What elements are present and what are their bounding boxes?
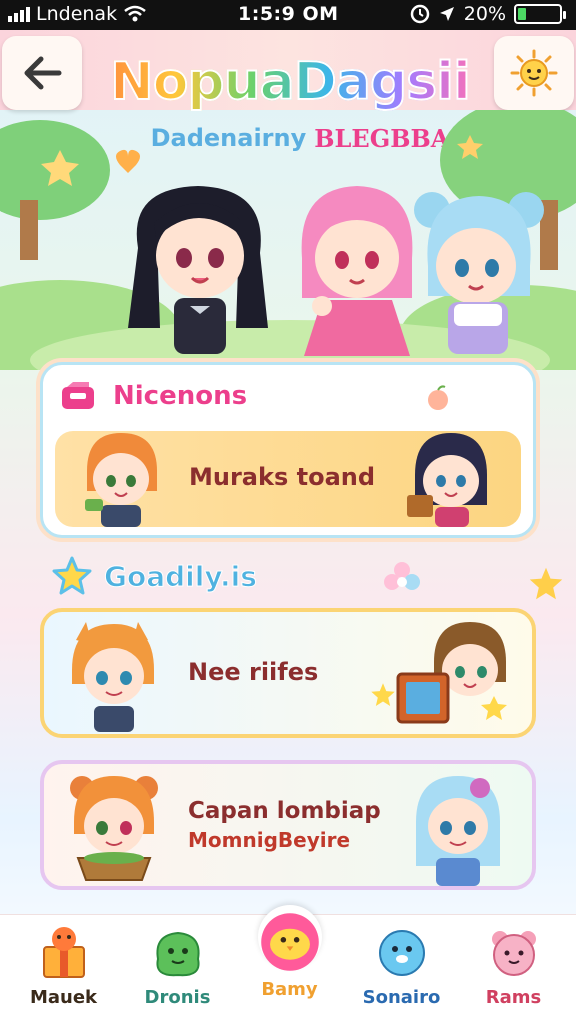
mascot-button[interactable] [494, 36, 574, 110]
hero-girl-pink-hair [301, 186, 413, 356]
nav-item-dronis[interactable]: Dronis [120, 915, 235, 1024]
location-icon [439, 7, 454, 21]
rewards-character-right [396, 622, 507, 724]
pink-bear-icon [491, 931, 536, 976]
community-card-subtitle: MomnigBeyire [188, 828, 351, 852]
rewards-card-text: Nee riifes [188, 658, 319, 686]
status-time: 1:5:9 OM [238, 3, 339, 25]
nav-item-bamy[interactable]: Bamy [232, 905, 347, 1024]
nav-item-sonairo[interactable]: Sonairo [344, 915, 459, 1024]
apple-icon [428, 385, 448, 410]
nav-item-rams[interactable]: Rams [456, 915, 571, 1024]
sparkle-star-icon [371, 683, 395, 707]
carrier-name: Lndenak [36, 3, 118, 25]
section-heading: Goadily.is [52, 556, 257, 596]
community-card[interactable]: Capan lombiap MomnigBeyire [40, 760, 536, 890]
nav-label-bamy: Bamy [261, 979, 318, 1000]
status-bar: Lndenak 1:5:9 OM 20% [0, 0, 576, 30]
gift-box-icon [42, 927, 85, 978]
signal-icon [8, 6, 30, 22]
mission-character-left [85, 433, 157, 527]
bottom-nav: Mauek Dronis Bamy Sonairo Rams [0, 905, 576, 1024]
status-right: 20% [410, 3, 566, 25]
inbox-icon [62, 382, 94, 409]
star-icon [52, 556, 92, 595]
status-left: Lndenak [8, 3, 147, 25]
community-character-left [70, 776, 158, 881]
nav-label-rams: Rams [485, 987, 542, 1008]
arrow-left-icon [24, 56, 62, 90]
game-title: NopuaDagsii [100, 51, 480, 113]
mission-strip-text: Muraks toand [189, 463, 376, 491]
nav-label-mauek: Mauek [29, 987, 98, 1008]
blue-blob-icon [378, 930, 425, 976]
back-button[interactable] [2, 36, 82, 110]
nav-label-sonairo: Sonairo [362, 987, 441, 1008]
sun-mascot-icon [510, 49, 558, 97]
decor-star-icon [529, 567, 563, 600]
nav-item-mauek[interactable]: Mauek [6, 915, 121, 1024]
section-title: Goadily.is [104, 559, 258, 593]
decor-flower-icon [384, 562, 420, 590]
mission-character-right [407, 433, 487, 527]
alarm-icon [410, 4, 430, 24]
community-card-title: Capan lombiap [188, 798, 381, 824]
green-blob-icon [155, 931, 200, 977]
battery-percent: 20% [463, 3, 506, 25]
hero-girl-blue-hair [414, 192, 544, 354]
wifi-icon [124, 5, 146, 22]
chick-icon [260, 913, 319, 971]
nav-label-dronis: Dronis [144, 987, 211, 1008]
rewards-character-left [72, 622, 154, 732]
battery-icon [514, 4, 566, 24]
missions-card[interactable]: Nicenons Muraks toand [40, 362, 536, 538]
mission-strip[interactable]: Muraks toand [55, 431, 521, 527]
battery-fill [518, 8, 526, 20]
missions-title: Nicenons [113, 381, 248, 411]
hero-girl-black-hair [128, 186, 268, 354]
community-character-right [416, 776, 500, 886]
rewards-card[interactable]: Nee riifes [40, 608, 536, 738]
